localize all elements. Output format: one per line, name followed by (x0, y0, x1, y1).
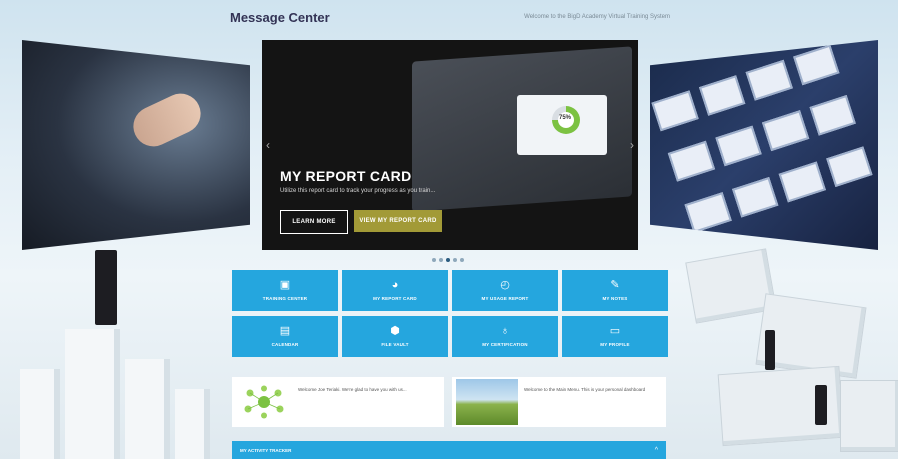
tile-my-certification[interactable]: ♁ MY CERTIFICATION (452, 316, 558, 357)
tile-label: MY PROFILE (600, 342, 630, 347)
tile-label: MY REPORT CARD (373, 296, 417, 301)
monitor-icon: ▣ (279, 279, 291, 291)
tile-label: FILE VAULT (381, 342, 409, 347)
tile-file-vault[interactable]: ⬢ FILE VAULT (342, 316, 448, 357)
puzzle-piece (840, 380, 898, 452)
man-celebrating-image (456, 379, 518, 425)
tile-my-profile[interactable]: ▭ MY PROFILE (562, 316, 668, 357)
dashboard-tiles: ▣ TRAINING CENTER ◕ MY REPORT CARD ◴ MY … (232, 270, 668, 357)
progress-donut: 75% (552, 106, 580, 134)
calendar-icon: ▤ (279, 325, 291, 337)
slide-dot[interactable] (453, 258, 457, 262)
chevron-up-icon[interactable]: ^ (655, 447, 658, 454)
tile-my-notes[interactable]: ✎ MY NOTES (562, 270, 668, 311)
tile-my-report-card[interactable]: ◕ MY REPORT CARD (342, 270, 448, 311)
hero-slider[interactable]: 75% ‹ › MY REPORT CARD Utilize this repo… (262, 40, 638, 250)
businessman-figure (815, 385, 827, 425)
prev-slide-arrow[interactable]: ‹ (266, 138, 270, 152)
message-text: Welcome to the Main Menu. This is your p… (524, 387, 646, 392)
handshake-icon (126, 87, 208, 153)
tile-my-usage-report[interactable]: ◴ MY USAGE REPORT (452, 270, 558, 311)
tile-label: MY NOTES (602, 296, 628, 301)
slide-dot-active[interactable] (446, 258, 450, 262)
side-image-handshake (22, 40, 250, 250)
businessman-figure (765, 330, 775, 370)
message-text: Welcome Joe Teriaki. We're glad to have … (298, 387, 407, 392)
slider-dots (432, 258, 464, 262)
id-card-icon: ▭ (609, 325, 621, 337)
tile-training-center[interactable]: ▣ TRAINING CENTER (232, 270, 338, 311)
welcome-text: Welcome to the BigD Academy Virtual Trai… (524, 14, 670, 20)
tile-label: MY CERTIFICATION (482, 342, 528, 347)
slide-dot[interactable] (460, 258, 464, 262)
slide-dot[interactable] (432, 258, 436, 262)
award-icon: ♁ (500, 325, 510, 337)
pie-chart-icon: ◕ (391, 279, 399, 291)
side-image-cards (650, 40, 878, 250)
learn-more-button[interactable]: LEARN MORE (280, 210, 348, 234)
hero-subtitle: Utilize this report card to track your p… (280, 188, 436, 194)
folder-icon: ⬢ (390, 325, 400, 337)
businessman-figure (95, 250, 117, 325)
view-report-card-button[interactable]: VIEW MY REPORT CARD (354, 210, 442, 232)
edit-icon: ✎ (610, 279, 620, 291)
header-bar: Message Center Welcome to the BigD Acade… (230, 10, 670, 30)
network-people-icon (244, 385, 284, 419)
gauge-icon: ◴ (500, 279, 510, 291)
tile-label: MY USAGE REPORT (481, 296, 529, 301)
next-slide-arrow[interactable]: › (630, 138, 634, 152)
main-menu-message-card[interactable]: Welcome to the Main Menu. This is your p… (452, 377, 666, 427)
welcome-message-card[interactable]: Welcome Joe Teriaki. We're glad to have … (232, 377, 444, 427)
slide-dot[interactable] (439, 258, 443, 262)
tile-label: CALENDAR (271, 342, 299, 347)
tile-label: TRAINING CENTER (262, 296, 308, 301)
hero-title: MY REPORT CARD (280, 168, 412, 184)
activity-tracker-bar[interactable]: MY ACTIVITY TRACKER ^ (232, 441, 666, 459)
tile-calendar[interactable]: ▤ CALENDAR (232, 316, 338, 357)
page-title: Message Center (230, 10, 330, 25)
activity-tracker-label: MY ACTIVITY TRACKER (240, 447, 292, 453)
